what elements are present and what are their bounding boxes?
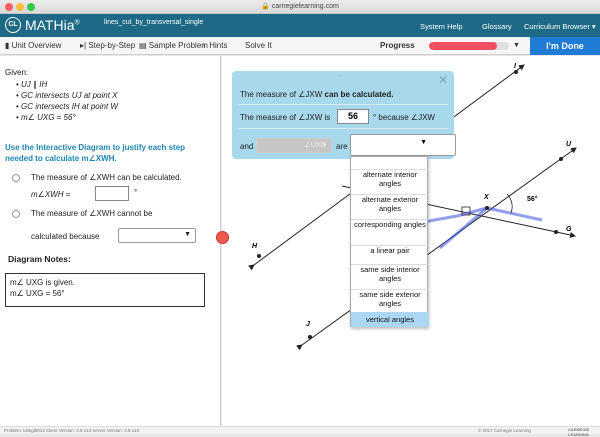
browser-titlebar: 🔒 carnegielearning.com: [0, 0, 600, 14]
given-item: GC intersects UJ at point X: [16, 91, 118, 102]
problem-file-name: lines_cut_by_transversal_single: [104, 19, 204, 26]
step-icon: ▸|: [80, 41, 87, 50]
given-item: m∠ UXG = 56°: [16, 113, 118, 124]
dropdown-options-list[interactable]: alternate interior angles alternate exte…: [350, 156, 429, 327]
solve-it-button[interactable]: Solve It: [245, 41, 272, 50]
document-icon: ▤: [139, 41, 147, 50]
url-text: carnegielearning.com: [271, 3, 339, 10]
problem-panel: Given: UJ ∥ IH GC intersects UJ at point…: [0, 56, 221, 426]
option-cannot-calculate-label: The measure of ∠XWH cannot be: [31, 209, 153, 218]
label-j: J: [306, 321, 310, 328]
popup-divider-2: [238, 128, 448, 129]
lightbulb-icon: ♀: [201, 41, 207, 50]
cl-logo: CL: [5, 17, 21, 33]
label-i: I: [514, 63, 516, 70]
chevron-down-icon: ▼: [184, 231, 191, 238]
given-item: GC intersects IH at point W: [16, 102, 118, 113]
given-list: UJ ∥ IH GC intersects UJ at point X GC i…: [16, 80, 118, 124]
progress-bar: [429, 42, 509, 50]
option-alternate-interior[interactable]: alternate interior angles: [351, 169, 429, 189]
option-can-calculate-label: The measure of ∠XWH can be calculated.: [31, 173, 182, 182]
label-h: H: [252, 243, 258, 250]
angle-pair-select: ∠UXG ▾: [256, 138, 332, 153]
option-same-side-interior[interactable]: same side interior angles: [351, 264, 429, 284]
angle-label-56: 56°: [527, 196, 538, 203]
angle-input-label: m∠XWH =: [31, 190, 71, 199]
glossary-link[interactable]: Glossary: [482, 22, 512, 31]
are-label: are: [336, 142, 348, 151]
can-be-calculated-radio[interactable]: [12, 174, 20, 182]
progress-label: Progress: [380, 41, 415, 50]
sample-problem-button[interactable]: ▤ Sample Problem: [139, 41, 208, 50]
diagram-notes-title: Diagram Notes:: [8, 254, 71, 264]
reason-select[interactable]: ▼: [118, 228, 196, 243]
option-alternate-exterior[interactable]: alternate exterior angles: [351, 194, 429, 214]
popup-line1: The measure of ∠JXW can be calculated.: [240, 90, 394, 99]
angle-answer-input[interactable]: 56: [337, 109, 369, 124]
option-corresponding[interactable]: corresponding angles: [351, 219, 429, 239]
footer: Problem: ldskgl6013 Client Version: 2.8.…: [0, 426, 600, 437]
instruction-text: Use the Interactive Diagram to justify e…: [5, 143, 186, 163]
option-same-side-exterior[interactable]: same side exterior angles: [351, 289, 429, 309]
im-done-button[interactable]: I'm Done: [530, 37, 600, 55]
angle-relationship-dropdown[interactable]: ▼: [350, 134, 456, 156]
note-line: m∠ UXG is given.: [10, 278, 75, 287]
degree-symbol: °: [134, 188, 138, 197]
and-label: and: [240, 142, 254, 151]
angle-measure-input[interactable]: [95, 186, 129, 201]
lock-icon: 🔒: [261, 3, 270, 10]
carnegie-logo: CARNEGIE LEARNING: [568, 427, 590, 437]
option-vertical-angles[interactable]: vertical angles: [351, 312, 429, 327]
step-by-step-button[interactable]: ▸| Step-by-Step: [80, 41, 135, 50]
bookmark-icon: ▮: [5, 41, 10, 50]
option-cannot-calculate-label-2: calculated because: [31, 232, 100, 241]
label-u: U: [566, 141, 572, 148]
chevron-down-icon: ▾: [322, 142, 326, 149]
diagram-notes-box: m∠ UXG is given. m∠ UXG = 56°: [5, 273, 205, 307]
popup-divider: [238, 104, 448, 105]
collapse-panel-button[interactable]: [216, 231, 229, 244]
hints-button[interactable]: ♀ Hints: [201, 41, 227, 50]
app-header: CL MATHia® lines_cut_by_transversal_sing…: [0, 14, 600, 37]
given-title: Given:: [5, 68, 29, 77]
option-linear-pair[interactable]: a linear pair: [351, 245, 429, 259]
progress-dropdown-icon[interactable]: ▼: [513, 42, 520, 49]
curriculum-browser-menu[interactable]: Curriculum Browser ▾: [524, 22, 596, 31]
toolbar: ▮ Unit Overview ▸| Step-by-Step ▤ Sample…: [0, 37, 600, 55]
copyright: © 2017 Carnegie Learning: [478, 428, 531, 433]
system-help-link[interactable]: System Help: [420, 22, 463, 31]
drag-handle-icon[interactable]: ···: [337, 73, 343, 79]
popup-line2-prefix: The measure of ∠JXW is: [240, 113, 331, 122]
progress-fill: [429, 42, 497, 50]
cannot-be-calculated-radio[interactable]: [12, 210, 20, 218]
url-display: 🔒 carnegielearning.com: [0, 2, 600, 10]
popup-line2-suffix: ° because ∠JXW: [373, 113, 435, 122]
label-g: G: [566, 226, 572, 233]
version-info: Problem: ldskgl6013 Client Version: 2.8.…: [4, 428, 139, 433]
given-item: UJ ∥ IH: [16, 80, 118, 91]
label-x: X: [484, 194, 489, 201]
unit-overview-button[interactable]: ▮ Unit Overview: [5, 41, 61, 50]
close-icon[interactable]: ✕: [438, 73, 448, 87]
brand-name: MATHia®: [25, 17, 80, 33]
chevron-down-icon: ▼: [420, 139, 427, 146]
note-line: m∠ UXG = 56°: [10, 289, 65, 298]
